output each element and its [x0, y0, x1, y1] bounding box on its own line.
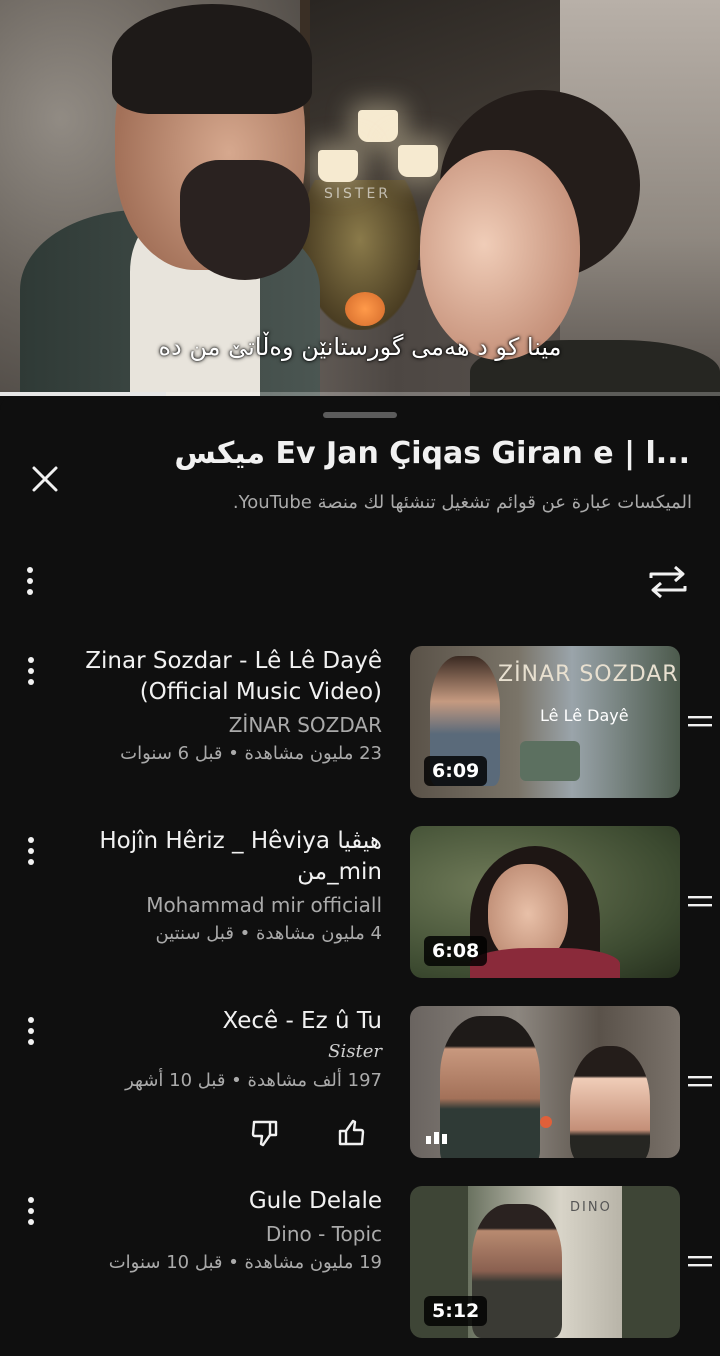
item-more-button[interactable] [14, 650, 48, 692]
item-channel: Dino - Topic [265, 1222, 382, 1246]
item-info: Hojîn Hêriz _ Hêviya هیڤیا من_min Mohamm… [56, 826, 382, 948]
item-title: Hojîn Hêriz _ Hêviya هیڤیا من_min [99, 828, 382, 885]
thumb-down-icon [251, 1120, 278, 1147]
item-info: Xecê - Ez û Tu Sister 197 ألف مشاهدة • ق… [56, 1006, 382, 1095]
drag-handle-icon [688, 1076, 712, 1087]
thumbnail-figure [570, 1046, 650, 1158]
item-thumbnail[interactable]: DINO 5:12 [410, 1186, 680, 1338]
item-drag-handle[interactable] [686, 706, 714, 736]
thumbnail-figure-dress [470, 948, 620, 978]
thumbnail-scene [520, 741, 580, 781]
video-player[interactable]: SISTER مینا کو د هەمی گورستانێن وەڵاتێ م… [0, 0, 720, 396]
item-meta: 4 مليون مشاهدة • قبل سنتين [155, 923, 382, 944]
more-vert-icon [28, 837, 34, 865]
mix-description: الميكسات عبارة عن قوائم تشغيل تنشئها لك … [232, 492, 692, 513]
item-meta: 197 ألف مشاهدة • قبل 10 أشهر [125, 1070, 382, 1091]
queue-item[interactable]: Zinar Sozdar - Lê Lê Dayê (Official Musi… [0, 646, 720, 816]
mix-queue-panel: میکس Ev Jan Çiqas Giran e | ا... الميكسا… [0, 396, 720, 1344]
duration-badge: 6:08 [424, 936, 488, 966]
video-watermark: SISTER [324, 186, 392, 202]
item-title: Zinar Sozdar - Lê Lê Dayê (Official Musi… [85, 648, 382, 705]
item-channel: Mohammad mir officiall [146, 893, 382, 917]
item-more-button[interactable] [14, 1190, 48, 1232]
item-thumbnail[interactable]: 6:08 [410, 826, 680, 978]
more-vert-icon [27, 567, 33, 595]
queue-item-now-playing[interactable]: Xecê - Ez û Tu Sister 197 ألف مشاهدة • ق… [0, 1006, 720, 1176]
drag-handle-icon [688, 716, 712, 727]
thumbnail-text: DINO [570, 1200, 612, 1215]
duration-badge: 5:12 [424, 1296, 488, 1326]
thumbnail-text: ZİNAR SOZDAR [498, 662, 679, 687]
item-more-button[interactable] [14, 830, 48, 872]
queue-item[interactable]: Hojîn Hêriz _ Hêviya هیڤیا من_min Mohamm… [0, 826, 720, 996]
more-vert-icon [28, 657, 34, 685]
item-more-button[interactable] [14, 1010, 48, 1052]
dislike-button[interactable] [250, 1118, 280, 1152]
now-playing-bars-icon [426, 1132, 447, 1144]
item-drag-handle[interactable] [686, 1066, 714, 1096]
thumbnail-rose [540, 1116, 552, 1128]
item-info: Zinar Sozdar - Lê Lê Dayê (Official Musi… [56, 646, 382, 768]
item-title: Xecê - Ez û Tu [222, 1008, 382, 1034]
like-button[interactable] [336, 1118, 366, 1152]
mix-title: میکس Ev Jan Çiqas Giran e | ا... [174, 436, 690, 471]
item-title: Gule Delale [248, 1188, 382, 1214]
drag-handle-icon [688, 1256, 712, 1267]
close-icon [32, 466, 58, 492]
duration-badge: 6:09 [424, 756, 488, 786]
drag-handle-icon [688, 896, 712, 907]
item-drag-handle[interactable] [686, 1246, 714, 1276]
item-meta: 19 مليون مشاهدة • قبل 10 سنوات [108, 1252, 382, 1273]
repeat-icon [649, 565, 687, 599]
mix-more-button[interactable] [14, 561, 46, 601]
close-button[interactable] [22, 456, 68, 502]
item-channel: ZİNAR SOZDAR [228, 713, 382, 737]
repeat-button[interactable] [640, 558, 696, 606]
thumb-up-icon [338, 1119, 365, 1146]
panel-drag-handle[interactable] [323, 412, 397, 418]
thumbnail-subtext: Lê Lê Dayê [540, 706, 629, 725]
video-rose [345, 292, 385, 326]
more-vert-icon [28, 1017, 34, 1045]
queue-item[interactable]: Gule Delale Dino - Topic 19 مليون مشاهدة… [0, 1186, 720, 1356]
more-vert-icon [28, 1197, 34, 1225]
item-channel: Sister [328, 1041, 382, 1062]
item-meta: 23 مليون مشاهدة • قبل 6 سنوات [120, 743, 382, 764]
item-info: Gule Delale Dino - Topic 19 مليون مشاهدة… [56, 1186, 382, 1277]
item-drag-handle[interactable] [686, 886, 714, 916]
thumbnail-figure [440, 1016, 540, 1158]
item-thumbnail[interactable] [410, 1006, 680, 1158]
video-lamp [358, 110, 398, 142]
video-subtitle: مینا کو د هەمی گورستانێن وەڵاتێ من دە [158, 333, 562, 361]
item-actions [250, 1118, 366, 1152]
item-thumbnail[interactable]: ZİNAR SOZDAR Lê Lê Dayê 6:09 [410, 646, 680, 798]
